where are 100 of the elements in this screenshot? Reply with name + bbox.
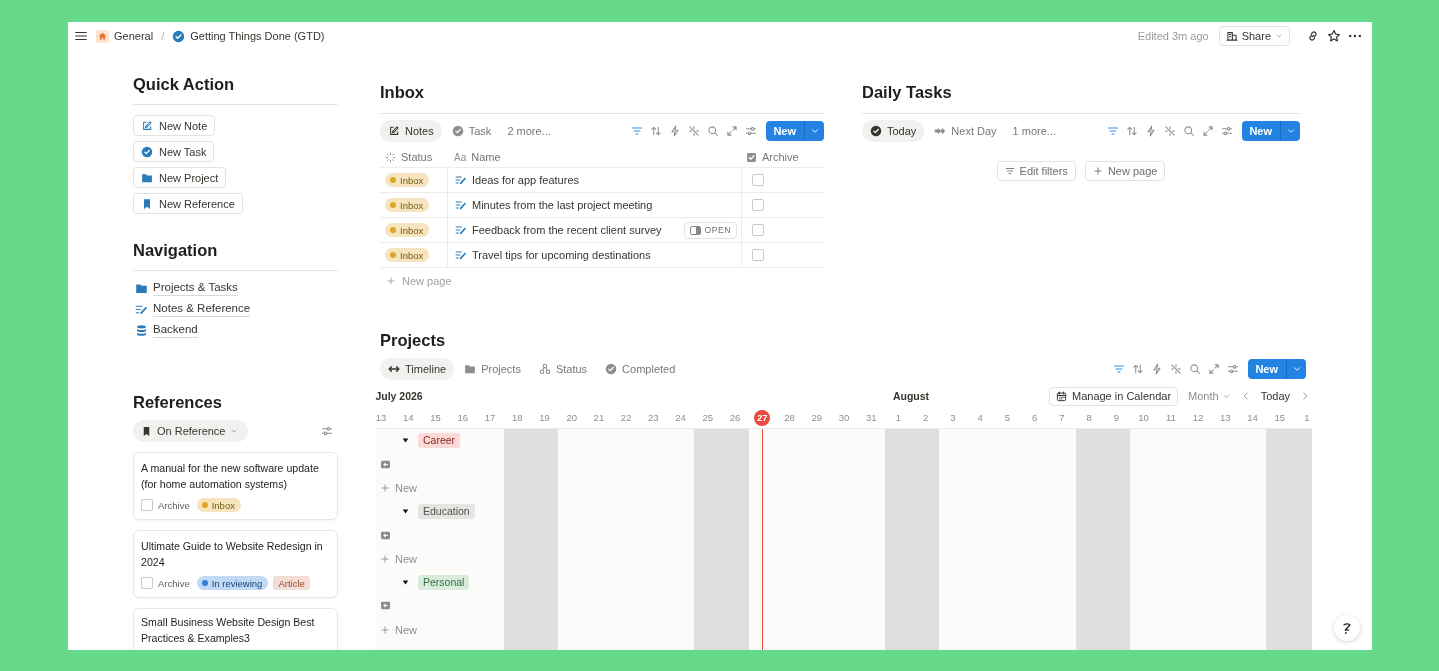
notes-icon: [455, 224, 467, 236]
month-label: July 2026: [375, 390, 423, 402]
sliders-icon[interactable]: [1227, 363, 1240, 375]
view-tab[interactable]: Notes: [380, 120, 442, 142]
star-icon[interactable]: [1327, 29, 1341, 43]
lightning-icon[interactable]: [669, 125, 682, 137]
manage-calendar-button[interactable]: Manage in Calendar: [1049, 386, 1179, 406]
next-icon[interactable]: [1300, 391, 1310, 401]
breadcrumb-link[interactable]: Getting Things Done (GTD): [190, 30, 325, 42]
sparkle-off-icon[interactable]: [688, 125, 701, 137]
lightning-icon[interactable]: [1145, 125, 1158, 137]
new-dropdown-button[interactable]: [804, 121, 824, 141]
archive-checkbox[interactable]: [752, 224, 764, 236]
view-tab[interactable]: Projects: [456, 358, 529, 380]
new-page-button[interactable]: New page: [1084, 161, 1166, 181]
section-heading: Quick Action: [133, 74, 236, 95]
day-label: 30: [838, 412, 850, 423]
building-icon: [1225, 30, 1238, 42]
archive-label: Archive: [158, 499, 190, 511]
breadcrumb-link[interactable]: General: [114, 30, 154, 42]
sort-icon[interactable]: [1126, 125, 1139, 137]
archive-checkbox[interactable]: [752, 199, 764, 211]
quick-action-button[interactable]: New Note: [133, 115, 216, 136]
section-heading: Inbox: [380, 82, 425, 103]
status-label: Inbox: [400, 249, 424, 261]
arrow-box-icon[interactable]: [380, 458, 391, 470]
reference-card[interactable]: A manual for the new software update (for home automation systems) Archive Inbox: [133, 452, 338, 520]
share-button[interactable]: Share: [1218, 26, 1290, 46]
archive-checkbox[interactable]: [141, 577, 153, 589]
column-header[interactable]: Name: [471, 151, 501, 163]
note-title[interactable]: Minutes from the last project meeting: [472, 199, 741, 211]
filter-icon[interactable]: [1113, 363, 1126, 375]
filter-icon[interactable]: [1107, 125, 1120, 137]
sliders-icon[interactable]: [321, 425, 333, 437]
expand-icon[interactable]: [726, 125, 739, 137]
today-button[interactable]: Today: [1260, 390, 1290, 402]
sliders-icon[interactable]: [745, 125, 758, 137]
search-icon[interactable]: [1183, 125, 1196, 137]
quick-action-button[interactable]: New Task: [133, 141, 215, 162]
status-label: Inbox: [400, 199, 424, 211]
new-button[interactable]: New: [766, 121, 804, 141]
filter-icon[interactable]: [631, 125, 644, 137]
help-button[interactable]: [1334, 615, 1360, 641]
pencil-square-icon: [388, 125, 400, 137]
arrow-box-icon[interactable]: [380, 529, 391, 541]
loader-icon: [385, 151, 396, 163]
view-tab[interactable]: Today: [862, 120, 925, 142]
sparkle-off-icon[interactable]: [1164, 125, 1177, 137]
day-label: 10: [1138, 412, 1149, 423]
sliders-icon[interactable]: [1221, 125, 1234, 137]
expand-icon[interactable]: [1202, 125, 1215, 137]
more-views-button[interactable]: 2 more...: [507, 125, 551, 137]
column-header[interactable]: Status: [401, 151, 433, 163]
open-button[interactable]: OPEN: [683, 221, 737, 239]
menu-icon[interactable]: [74, 29, 88, 43]
view-tab[interactable]: Timeline: [380, 358, 455, 380]
archive-checkbox[interactable]: [141, 499, 153, 511]
edit-filters-button[interactable]: Edit filters: [996, 161, 1076, 181]
view-tab[interactable]: Status: [530, 358, 596, 380]
navigation-link[interactable]: Notes & Reference: [153, 301, 251, 317]
sort-icon[interactable]: [650, 125, 663, 137]
new-dropdown-button[interactable]: [1286, 359, 1306, 379]
search-icon[interactable]: [1189, 363, 1202, 375]
side-panel-icon: [689, 225, 701, 235]
reference-card[interactable]: Ultimate Guide to Website Redesign in 2024 Archive In reviewing Article: [133, 530, 338, 598]
arrow-box-icon[interactable]: [380, 600, 391, 612]
sort-icon[interactable]: [1132, 363, 1145, 375]
bookmark-icon: [141, 425, 152, 437]
link-icon[interactable]: [1306, 29, 1320, 43]
check-circle-icon: [451, 125, 464, 137]
reference-card[interactable]: Small Business Website Design Best Practices & Examples3: [133, 608, 338, 650]
quick-action-button[interactable]: New Reference: [133, 193, 243, 214]
navigation-link[interactable]: Backend: [153, 322, 198, 338]
more-views-button[interactable]: 1 more...: [1012, 125, 1056, 137]
database-icon: [135, 323, 148, 337]
view-tab[interactable]: Next Day: [926, 120, 1005, 142]
archive-checkbox[interactable]: [752, 249, 764, 261]
pencil-square-icon: [141, 119, 153, 132]
lightning-icon[interactable]: [1151, 363, 1164, 375]
section-heading: References: [133, 392, 223, 413]
archive-checkbox[interactable]: [752, 174, 764, 186]
new-button[interactable]: New: [1248, 359, 1286, 379]
day-label: 19: [539, 412, 550, 423]
quick-action-button[interactable]: New Project: [133, 167, 227, 188]
new-dropdown-button[interactable]: [1280, 121, 1300, 141]
search-icon[interactable]: [707, 125, 720, 137]
expand-icon[interactable]: [1208, 363, 1221, 375]
note-title[interactable]: Feedback from the recent client survey: [472, 224, 679, 236]
home-icon: [96, 29, 109, 43]
day-label: 23: [648, 412, 659, 423]
note-title[interactable]: Travel tips for upcoming destinations: [472, 249, 741, 261]
view-tab[interactable]: Task: [443, 120, 500, 142]
note-title[interactable]: Ideas for app features: [472, 174, 741, 186]
sparkle-off-icon[interactable]: [1170, 363, 1183, 375]
navigation-link[interactable]: Projects & Tasks: [153, 280, 238, 296]
column-header[interactable]: Archive: [762, 151, 799, 163]
day-label: 12: [1192, 412, 1204, 423]
view-tab[interactable]: Completed: [597, 358, 684, 380]
new-button[interactable]: New: [1242, 121, 1280, 141]
filter-chip[interactable]: On Reference: [133, 420, 249, 442]
